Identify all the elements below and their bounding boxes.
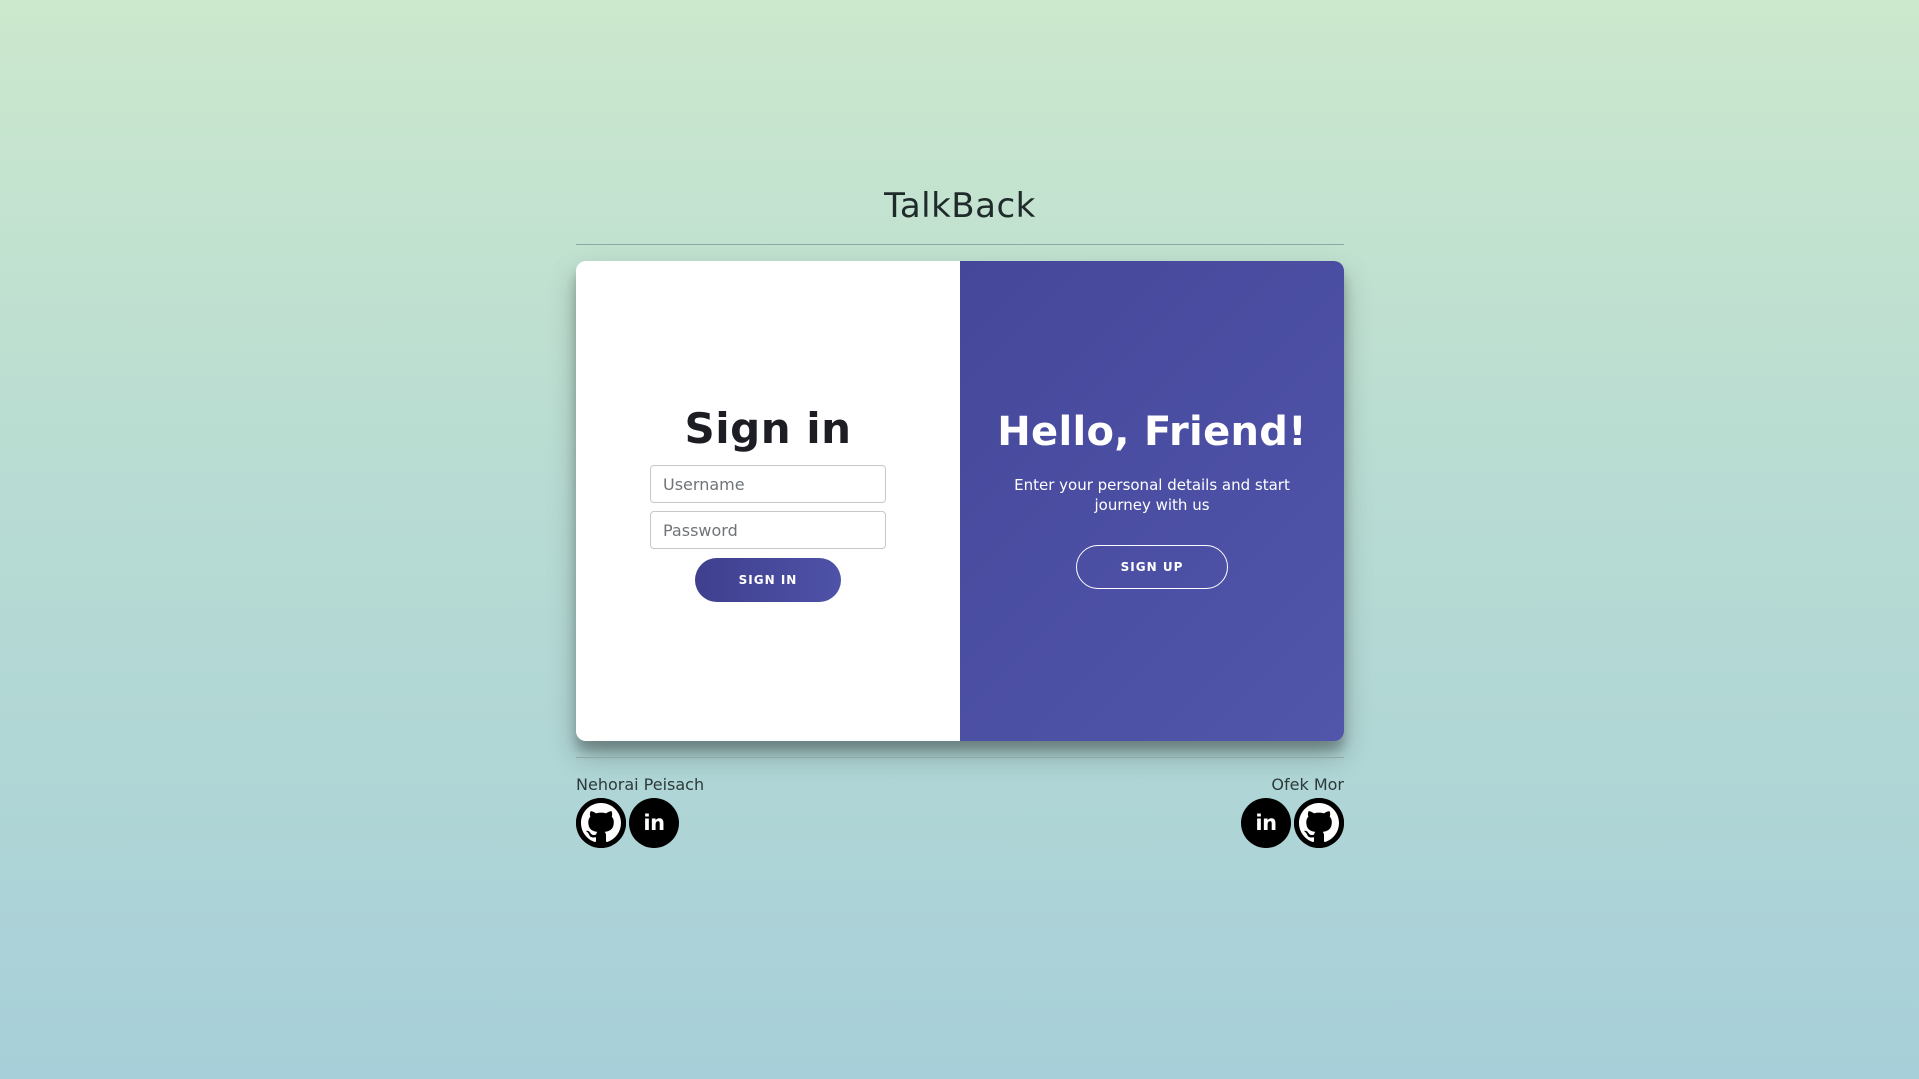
github-icon[interactable] <box>576 798 626 848</box>
welcome-heading: Hello, Friend! <box>997 409 1307 455</box>
linkedin-icon-label: in <box>1255 811 1277 835</box>
signin-heading: Sign in <box>684 404 852 453</box>
welcome-panel: Hello, Friend! Enter your personal detai… <box>960 261 1344 741</box>
welcome-message: Enter your personal details and start jo… <box>1014 476 1290 514</box>
signin-button[interactable]: SIGN IN <box>695 558 841 602</box>
author-name: Nehorai Peisach <box>576 775 705 794</box>
signup-button[interactable]: SIGN UP <box>1076 545 1228 589</box>
header-divider <box>576 244 1344 245</box>
linkedin-icon[interactable]: in <box>629 798 679 848</box>
github-icon[interactable] <box>1294 798 1344 848</box>
footer-divider <box>576 757 1344 758</box>
linkedin-icon-label: in <box>643 811 665 835</box>
signin-panel: Sign in SIGN IN <box>576 261 960 741</box>
author-name: Ofek Mor <box>1271 775 1344 794</box>
username-input[interactable] <box>650 465 886 503</box>
password-input[interactable] <box>650 511 886 549</box>
author-social-links: in <box>1241 798 1344 848</box>
app-title: TalkBack <box>884 186 1036 226</box>
author-social-links: in <box>576 798 704 848</box>
author-nehorai: Nehorai Peisach in <box>576 775 704 848</box>
linkedin-icon[interactable]: in <box>1241 798 1291 848</box>
auth-card: Sign in SIGN IN Hello, Friend! Enter you… <box>576 261 1344 741</box>
author-ofek: Ofek Mor in <box>1241 775 1344 848</box>
